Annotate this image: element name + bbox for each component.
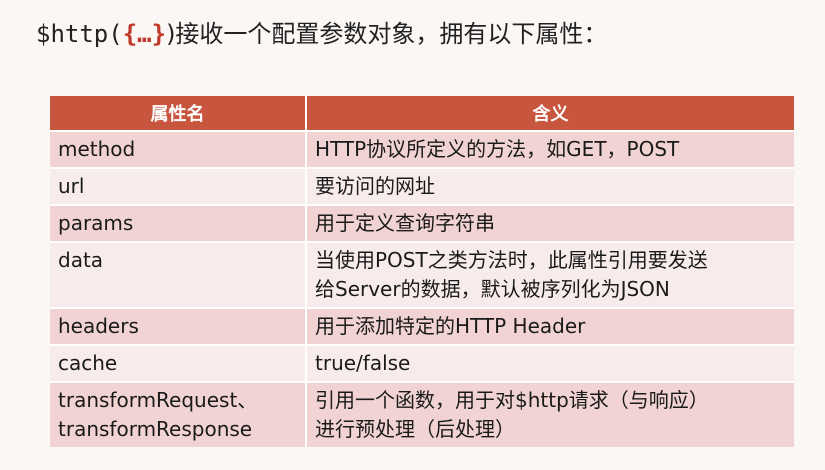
property-name: data — [58, 248, 104, 272]
table-row: params 用于定义查询字符串 — [50, 204, 794, 242]
property-meaning-cell: HTTP协议所定义的方法，如GET，POST — [306, 130, 794, 168]
property-meaning-cell: 当使用POST之类方法时，此属性引用要发送 给Server的数据，默认被序列化为J… — [306, 241, 794, 308]
title-prefix: $http( — [36, 20, 123, 48]
property-meaning: true/false — [315, 351, 411, 375]
property-name-cell: headers — [50, 307, 307, 345]
property-meaning: 进行预处理（后处理） — [315, 417, 515, 441]
properties-table-container: 属性名 含义 method HTTP协议所定义的方法，如GET，POST url 要访… — [50, 96, 794, 447]
property-name-cell: url — [50, 167, 307, 205]
property-name: transformRequest、 — [58, 388, 258, 412]
property-name: method — [58, 137, 136, 161]
property-meaning-cell: 要访问的网址 — [306, 167, 794, 205]
table-row: method HTTP协议所定义的方法，如GET，POST — [50, 130, 794, 168]
property-meaning: 要访问的网址 — [315, 174, 435, 198]
page-title: $http({…})接收一个配置参数对象，拥有以下属性： — [36, 14, 607, 54]
property-meaning-cell: 用于添加特定的HTTP Header — [306, 307, 794, 345]
table-row: url 要访问的网址 — [50, 167, 794, 205]
property-meaning: HTTP协议所定义的方法，如GET，POST — [315, 137, 680, 161]
property-meaning: 当使用POST之类方法时，此属性引用要发送 — [315, 248, 708, 272]
header-property-name: 属性名 — [50, 96, 307, 131]
property-name: headers — [58, 314, 139, 338]
properties-table: 属性名 含义 method HTTP协议所定义的方法，如GET，POST url 要访… — [50, 96, 794, 447]
property-name: params — [58, 211, 134, 235]
property-meaning: 引用一个函数，用于对$http请求（与响应） — [315, 388, 709, 412]
property-meaning-cell: 用于定义查询字符串 — [306, 204, 794, 242]
table-header-row: 属性名 含义 — [50, 96, 794, 131]
property-name-cell: method — [50, 130, 307, 168]
property-meaning: 给Server的数据，默认被序列化为JSON — [315, 277, 670, 301]
property-meaning-cell: true/false — [306, 344, 794, 382]
table-row: transformRequest、 transformResponse 引用一个函数… — [50, 381, 794, 447]
property-meaning: 用于定义查询字符串 — [315, 211, 495, 235]
table-body: method HTTP协议所定义的方法，如GET，POST url 要访问的网址 par… — [50, 130, 794, 447]
property-name-cell: data — [50, 241, 307, 308]
property-name: transformResponse — [58, 417, 253, 441]
property-meaning: 用于添加特定的HTTP Header — [315, 314, 586, 338]
title-accent: {…} — [122, 20, 167, 48]
table-row: headers 用于添加特定的HTTP Header — [50, 307, 794, 345]
table-row: data 当使用POST之类方法时，此属性引用要发送 给Server的数据，默认被序… — [50, 241, 794, 308]
property-meaning-cell: 引用一个函数，用于对$http请求（与响应） 进行预处理（后处理） — [306, 381, 794, 447]
property-name: cache — [58, 351, 118, 375]
title-suffix: )接收一个配置参数对象，拥有以下属性： — [166, 20, 608, 48]
property-name-cell: transformRequest、 transformResponse — [50, 381, 307, 447]
table-row: cache true/false — [50, 344, 794, 382]
property-name-cell: params — [50, 204, 307, 242]
header-meaning: 含义 — [306, 96, 794, 131]
property-name: url — [58, 174, 85, 198]
property-name-cell: cache — [50, 344, 307, 382]
